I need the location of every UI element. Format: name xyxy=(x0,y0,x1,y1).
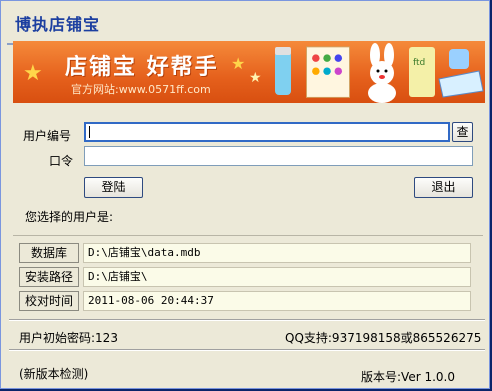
star-icon: ★ xyxy=(23,61,43,86)
banner-website: 官方网站:www.0571ff.com xyxy=(71,83,211,96)
lookup-button-label: 查 xyxy=(456,125,469,139)
install-path-label: 安装路径 xyxy=(19,267,79,287)
promo-banner: ★ ★ ★ 店铺宝 好帮手 官方网站:www.0571ff.com ftd xyxy=(13,41,485,103)
user-id-label: 用户编号 xyxy=(23,129,72,143)
bunny-toy-icon xyxy=(368,43,396,103)
app-window: 博执店铺宝 ★ ★ ★ 店铺宝 好帮手 官方网站:www.0571ff.com … xyxy=(0,0,490,389)
version-text: 版本号:Ver 1.0.0 xyxy=(361,370,455,384)
password-label: 口令 xyxy=(49,154,74,168)
database-label: 数据库 xyxy=(19,243,79,263)
toy-collage-icon: ftd xyxy=(409,47,484,98)
selected-user-label: 您选择的用户是: xyxy=(25,210,114,224)
qq-support-text: QQ支持:937198158或865526275 xyxy=(285,331,482,345)
info-group-border xyxy=(13,235,483,236)
login-button[interactable]: 登陆 xyxy=(84,177,143,198)
install-path-value: D:\店铺宝\ xyxy=(83,267,471,287)
text-caret xyxy=(89,126,90,138)
status-divider xyxy=(9,349,485,351)
title-area: 博执店铺宝 xyxy=(7,5,483,45)
check-time-value: 2011-08-06 20:44:37 xyxy=(83,291,471,311)
app-title: 博执店铺宝 xyxy=(15,15,101,34)
sticker-sheet-icon xyxy=(306,46,350,98)
cup-toy-icon xyxy=(275,47,291,95)
password-input[interactable] xyxy=(84,146,473,166)
user-id-input[interactable] xyxy=(84,122,450,142)
banner-slogan: 店铺宝 好帮手 xyxy=(65,55,219,80)
lookup-button[interactable]: 查 xyxy=(452,122,473,142)
initial-password-text: 用户初始密码:123 xyxy=(19,331,118,345)
star-icon: ★ xyxy=(231,54,246,73)
exit-button[interactable]: 退出 xyxy=(414,177,473,198)
database-value: D:\店铺宝\data.mdb xyxy=(83,243,471,263)
svg-text:ftd: ftd xyxy=(413,58,425,68)
footer-divider xyxy=(9,319,485,321)
login-button-label: 登陆 xyxy=(101,180,126,194)
star-icon: ★ xyxy=(249,70,262,86)
check-update-link[interactable]: (新版本检测) xyxy=(19,365,88,382)
exit-button-label: 退出 xyxy=(431,180,456,194)
check-time-label: 校对时间 xyxy=(19,291,79,311)
